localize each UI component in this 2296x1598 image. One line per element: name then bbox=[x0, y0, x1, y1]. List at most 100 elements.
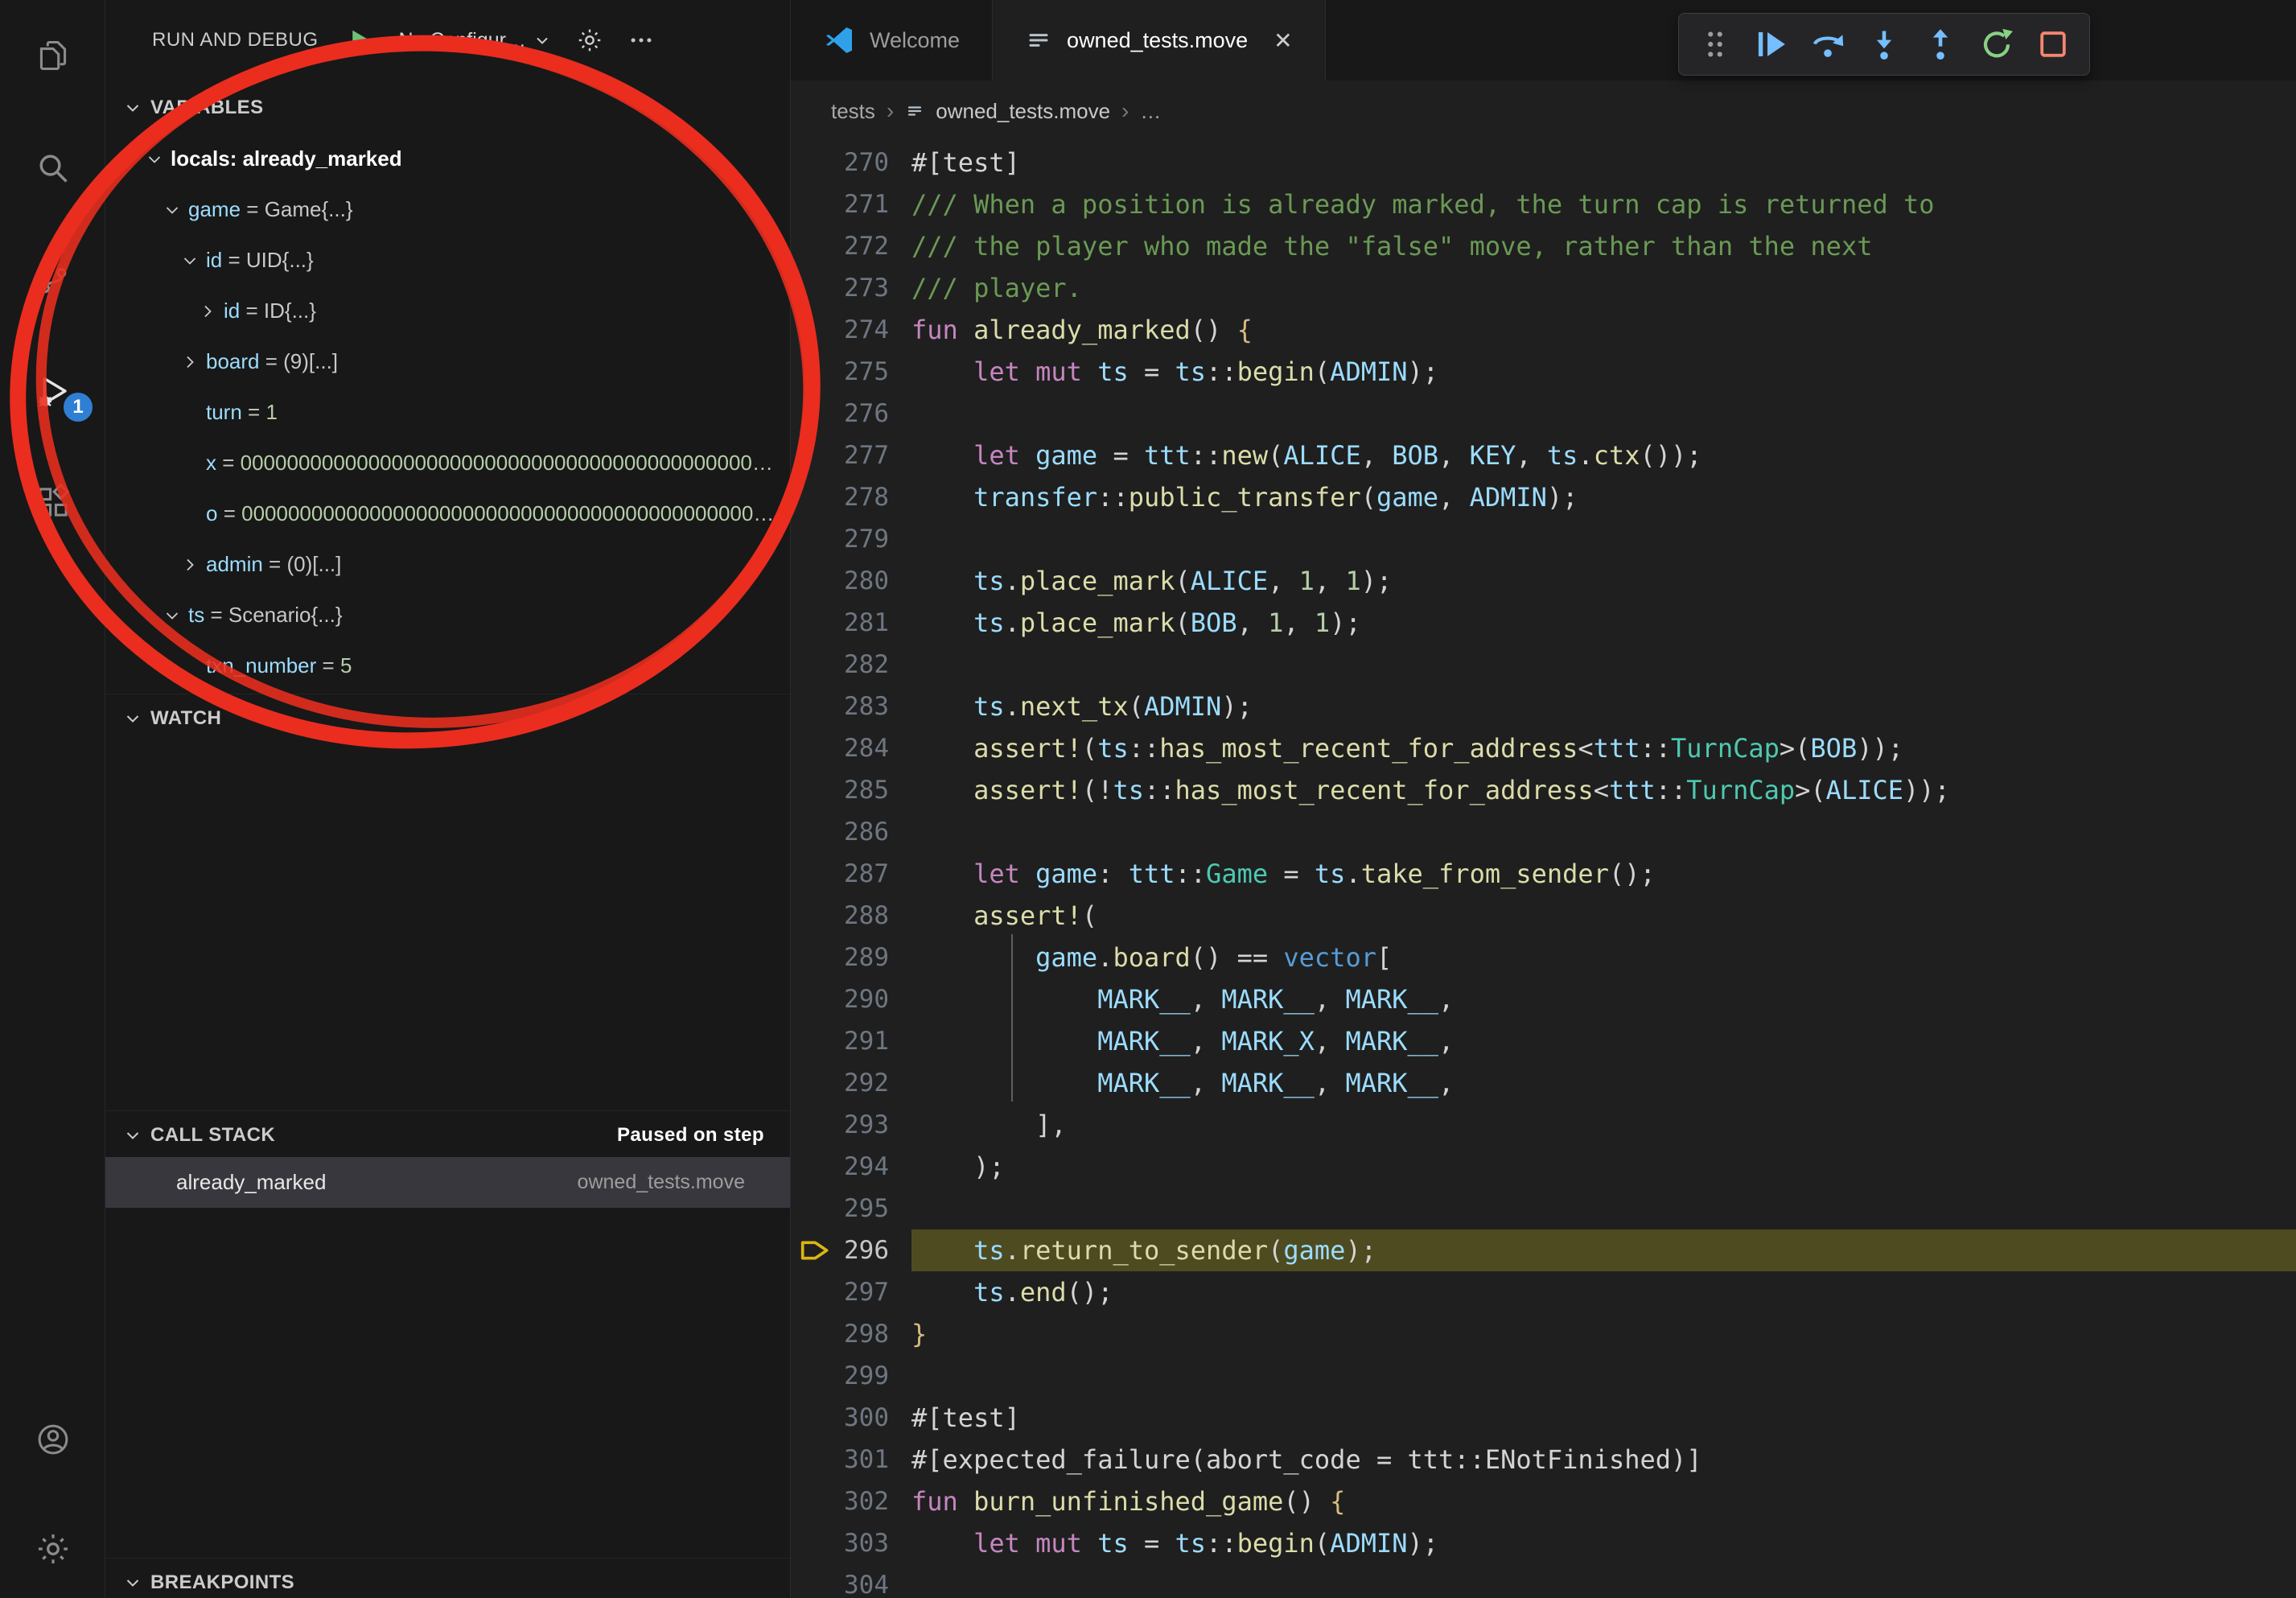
line-content[interactable]: } bbox=[911, 1313, 2296, 1355]
line-content[interactable]: game.board() == vector[ bbox=[911, 937, 2296, 978]
line-content[interactable] bbox=[911, 1188, 2296, 1229]
variable-row-admin[interactable]: admin = (0)[...] bbox=[105, 539, 790, 590]
line-content[interactable]: fun already_marked() { bbox=[911, 309, 2296, 351]
code-line-272[interactable]: 272/// the player who made the "false" m… bbox=[791, 225, 2296, 267]
line-content[interactable]: ); bbox=[911, 1146, 2296, 1188]
gutter-line-278[interactable]: 278 bbox=[791, 476, 911, 518]
gutter-line-289[interactable]: 289 bbox=[791, 937, 911, 978]
code-line-284[interactable]: 284 assert!(ts::has_most_recent_for_addr… bbox=[791, 727, 2296, 769]
variables-scope-row[interactable]: locals: already_marked bbox=[105, 134, 790, 184]
line-content[interactable] bbox=[911, 393, 2296, 435]
line-content[interactable] bbox=[911, 518, 2296, 560]
code-line-288[interactable]: 288 assert!( bbox=[791, 895, 2296, 937]
gutter-line-285[interactable]: 285 bbox=[791, 769, 911, 811]
line-content[interactable]: let game = ttt::new(ALICE, BOB, KEY, ts.… bbox=[911, 435, 2296, 476]
code-line-296[interactable]: 296 ts.return_to_sender(game); bbox=[791, 1229, 2296, 1271]
debug-settings-button[interactable] bbox=[576, 27, 603, 54]
gutter-line-276[interactable]: 276 bbox=[791, 393, 911, 435]
activity-bar-settings-gear-icon[interactable] bbox=[0, 1530, 105, 1568]
code-line-294[interactable]: 294 ); bbox=[791, 1146, 2296, 1188]
call-stack-section-header[interactable]: CALL STACK Paused on step bbox=[105, 1110, 790, 1159]
code-line-287[interactable]: 287 let game: ttt::Game = ts.take_from_s… bbox=[791, 853, 2296, 895]
line-content[interactable]: ts.place_mark(ALICE, 1, 1); bbox=[911, 560, 2296, 602]
line-content[interactable]: MARK__, MARK__, MARK__, bbox=[911, 978, 2296, 1020]
variable-row-turn[interactable]: turn = 1 bbox=[105, 387, 790, 438]
gutter-line-275[interactable]: 275 bbox=[791, 351, 911, 393]
breadcrumb-folder[interactable]: tests bbox=[831, 99, 875, 124]
gutter-line-284[interactable]: 284 bbox=[791, 727, 911, 769]
activity-bar-search-icon[interactable] bbox=[0, 149, 105, 187]
chevron-down-icon[interactable] bbox=[163, 606, 188, 625]
activity-bar-extensions-icon[interactable] bbox=[0, 483, 105, 521]
gutter-line-303[interactable]: 303 bbox=[791, 1522, 911, 1564]
code-line-297[interactable]: 297 ts.end(); bbox=[791, 1271, 2296, 1313]
code-line-303[interactable]: 303 let mut ts = ts::begin(ADMIN); bbox=[791, 1522, 2296, 1564]
tab-welcome[interactable]: Welcome bbox=[791, 0, 993, 80]
line-content[interactable]: fun burn_unfinished_game() { bbox=[911, 1481, 2296, 1522]
code-line-285[interactable]: 285 assert!(!ts::has_most_recent_for_add… bbox=[791, 769, 2296, 811]
line-content[interactable] bbox=[911, 811, 2296, 853]
code-line-273[interactable]: 273/// player. bbox=[791, 267, 2296, 309]
code-line-281[interactable]: 281 ts.place_mark(BOB, 1, 1); bbox=[791, 602, 2296, 644]
gutter-line-280[interactable]: 280 bbox=[791, 560, 911, 602]
code-line-280[interactable]: 280 ts.place_mark(ALICE, 1, 1); bbox=[791, 560, 2296, 602]
code-line-270[interactable]: 270#[test] bbox=[791, 142, 2296, 183]
gutter-line-302[interactable]: 302 bbox=[791, 1481, 911, 1522]
code-line-295[interactable]: 295 bbox=[791, 1188, 2296, 1229]
line-content[interactable]: let mut ts = ts::begin(ADMIN); bbox=[911, 351, 2296, 393]
chevron-down-icon[interactable] bbox=[163, 200, 188, 220]
code-line-300[interactable]: 300#[test] bbox=[791, 1397, 2296, 1439]
chevron-right-icon[interactable] bbox=[198, 302, 224, 321]
gutter-line-294[interactable]: 294 bbox=[791, 1146, 911, 1188]
gutter-line-277[interactable]: 277 bbox=[791, 435, 911, 476]
watch-section-header[interactable]: WATCH bbox=[105, 694, 790, 742]
gutter-line-295[interactable]: 295 bbox=[791, 1188, 911, 1229]
code-line-301[interactable]: 301#[expected_failure(abort_code = ttt::… bbox=[791, 1439, 2296, 1481]
gutter-line-291[interactable]: 291 bbox=[791, 1020, 911, 1062]
code-line-275[interactable]: 275 let mut ts = ts::begin(ADMIN); bbox=[791, 351, 2296, 393]
gutter-line-270[interactable]: 270 bbox=[791, 142, 911, 183]
line-content[interactable] bbox=[911, 1564, 2296, 1598]
start-debugging-button[interactable] bbox=[346, 26, 375, 55]
line-content[interactable]: ts.return_to_sender(game); bbox=[911, 1229, 2296, 1271]
line-content[interactable] bbox=[911, 1355, 2296, 1397]
line-content[interactable]: /// When a position is already marked, t… bbox=[911, 183, 2296, 225]
code-line-282[interactable]: 282 bbox=[791, 644, 2296, 686]
activity-bar-account-icon[interactable] bbox=[0, 1420, 105, 1459]
code-editor[interactable]: 270#[test]271/// When a position is alre… bbox=[791, 142, 2296, 1598]
step-into-button[interactable] bbox=[1866, 26, 1903, 63]
breadcrumb-file[interactable]: owned_tests.move bbox=[936, 99, 1110, 124]
code-line-271[interactable]: 271/// When a position is already marked… bbox=[791, 183, 2296, 225]
line-content[interactable]: ts.next_tx(ADMIN); bbox=[911, 686, 2296, 727]
code-line-292[interactable]: 292 MARK__, MARK__, MARK__, bbox=[791, 1062, 2296, 1104]
line-content[interactable]: assert!(ts::has_most_recent_for_address<… bbox=[911, 727, 2296, 769]
line-content[interactable]: #[test] bbox=[911, 1397, 2296, 1439]
code-line-291[interactable]: 291 MARK__, MARK_X, MARK__, bbox=[791, 1020, 2296, 1062]
code-line-276[interactable]: 276 bbox=[791, 393, 2296, 435]
code-line-290[interactable]: 290 MARK__, MARK__, MARK__, bbox=[791, 978, 2296, 1020]
gutter-line-271[interactable]: 271 bbox=[791, 183, 911, 225]
step-over-button[interactable] bbox=[1809, 26, 1846, 63]
chevron-down-icon[interactable] bbox=[180, 251, 206, 270]
gutter-line-272[interactable]: 272 bbox=[791, 225, 911, 267]
activity-bar-debug-icon[interactable]: 1 bbox=[0, 372, 105, 410]
gutter-line-273[interactable]: 273 bbox=[791, 267, 911, 309]
gutter-line-299[interactable]: 299 bbox=[791, 1355, 911, 1397]
line-content[interactable]: let game: ttt::Game = ts.take_from_sende… bbox=[911, 853, 2296, 895]
code-line-298[interactable]: 298} bbox=[791, 1313, 2296, 1355]
variable-row-txn_number[interactable]: txn_number = 5 bbox=[105, 640, 790, 691]
code-line-286[interactable]: 286 bbox=[791, 811, 2296, 853]
code-line-277[interactable]: 277 let game = ttt::new(ALICE, BOB, KEY,… bbox=[791, 435, 2296, 476]
line-content[interactable]: /// player. bbox=[911, 267, 2296, 309]
code-line-293[interactable]: 293 ], bbox=[791, 1104, 2296, 1146]
breadcrumb-more[interactable]: … bbox=[1140, 99, 1161, 124]
code-line-274[interactable]: 274fun already_marked() { bbox=[791, 309, 2296, 351]
variable-row-game[interactable]: game = Game{...} bbox=[105, 184, 790, 235]
variable-row-x[interactable]: x = 000000000000000000000000000000000000… bbox=[105, 438, 790, 488]
line-content[interactable]: assert!( bbox=[911, 895, 2296, 937]
gutter-line-304[interactable]: 304 bbox=[791, 1564, 911, 1598]
views-more-actions-button[interactable] bbox=[627, 27, 655, 54]
restart-button[interactable] bbox=[1978, 26, 2015, 63]
line-content[interactable]: MARK__, MARK__, MARK__, bbox=[911, 1062, 2296, 1104]
tab-owned-tests-move[interactable]: owned_tests.move ✕ bbox=[993, 0, 1326, 80]
